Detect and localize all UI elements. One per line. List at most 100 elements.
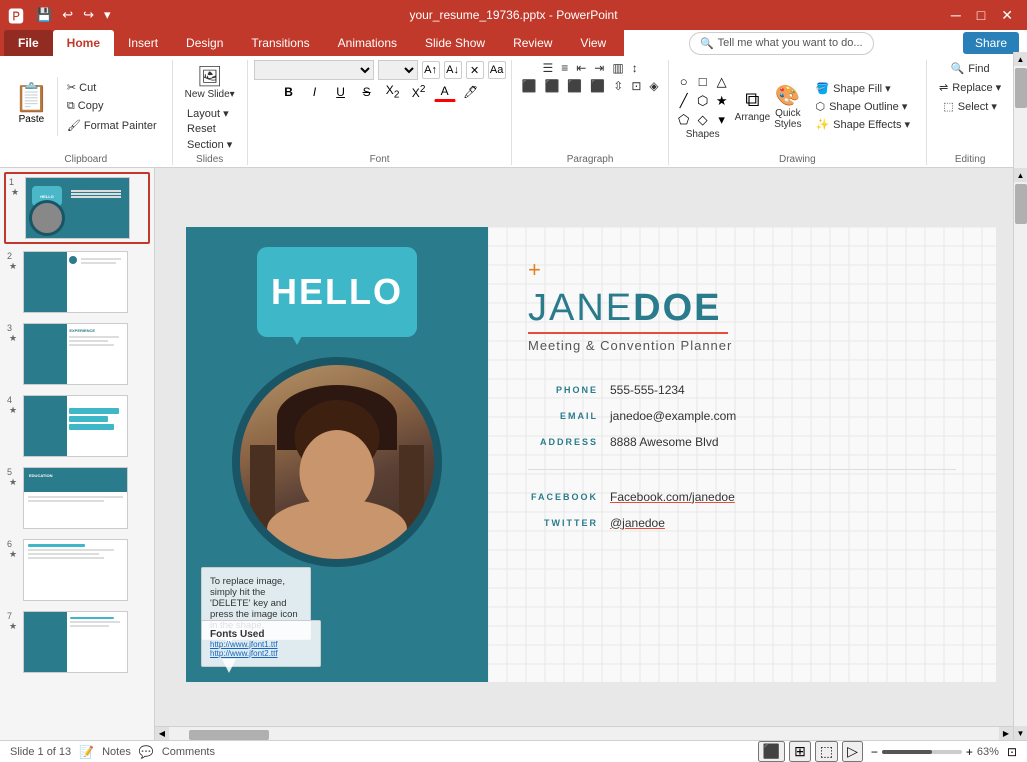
- layout-button[interactable]: Layout ▾: [183, 106, 236, 121]
- align-right-button[interactable]: ⬛: [564, 78, 585, 94]
- tab-view[interactable]: View: [566, 30, 620, 56]
- line-spacing-button[interactable]: ↕: [629, 60, 641, 76]
- customize-qat-button[interactable]: ▾: [100, 5, 115, 25]
- shape-cell[interactable]: ◇: [694, 111, 712, 129]
- tab-transitions[interactable]: Transitions: [237, 30, 323, 56]
- save-button[interactable]: 💾: [32, 5, 56, 25]
- zoom-slider[interactable]: [882, 750, 962, 754]
- maximize-button[interactable]: □: [971, 5, 991, 26]
- bold-button[interactable]: B: [278, 82, 300, 102]
- slide-thumb-5[interactable]: 5 ★ EDUCATION: [4, 464, 150, 532]
- increase-indent-button[interactable]: ⇥: [591, 60, 607, 76]
- shape-cell[interactable]: ★: [713, 92, 731, 110]
- format-painter-button[interactable]: 🖌 Format Painter: [62, 117, 162, 134]
- strikethrough-button[interactable]: S: [356, 82, 378, 102]
- main-scroll-down[interactable]: ▼: [1014, 726, 1027, 740]
- numbering-button[interactable]: ≡: [558, 60, 571, 76]
- shape-cell[interactable]: ▾: [713, 111, 731, 129]
- clear-format-button[interactable]: ✕: [466, 61, 484, 79]
- subscript-button[interactable]: X2: [382, 82, 404, 102]
- replace-icon: ⇌: [939, 81, 948, 94]
- font-name-select[interactable]: [254, 60, 374, 80]
- text-direction-button[interactable]: ⇳: [610, 78, 626, 94]
- tab-animations[interactable]: Animations: [324, 30, 411, 56]
- shape-cell[interactable]: ⬠: [675, 111, 693, 129]
- fonts-link-2[interactable]: http://www.jfont2.ttf: [210, 649, 312, 658]
- slide-thumb-2[interactable]: 2 ★: [4, 248, 150, 316]
- slide-number-5: 5: [7, 467, 19, 477]
- shape-outline-button[interactable]: ⬡ Shape Outline ▾: [809, 98, 916, 115]
- replace-button[interactable]: ⇌ Replace ▾: [933, 79, 1007, 96]
- highlight-button[interactable]: 🖊: [460, 82, 482, 102]
- slide-thumb-1[interactable]: 1 ★ HELLO JANE DOE: [4, 172, 150, 244]
- redo-button[interactable]: ↪: [79, 5, 98, 25]
- decrease-font-button[interactable]: A↓: [444, 61, 462, 79]
- shape-cell[interactable]: ╱: [675, 92, 693, 110]
- slide-thumb-7[interactable]: 7 ★: [4, 608, 150, 676]
- font-color-button[interactable]: A: [434, 82, 456, 102]
- align-left-button[interactable]: ⬛: [518, 78, 539, 94]
- select-button[interactable]: ⬚ Select ▾: [937, 98, 1003, 115]
- slide-thumb-4[interactable]: 4 ★: [4, 392, 150, 460]
- tab-design[interactable]: Design: [172, 30, 237, 56]
- tab-file[interactable]: File: [4, 30, 53, 56]
- slideshow-view-button[interactable]: ▷: [842, 741, 863, 762]
- reset-button[interactable]: Reset: [183, 122, 236, 136]
- share-button[interactable]: Share: [963, 32, 1019, 54]
- cut-button[interactable]: ✂ Cut: [62, 79, 162, 96]
- thumb7-teal: [24, 612, 67, 672]
- tab-review[interactable]: Review: [499, 30, 566, 56]
- bullets-button[interactable]: ☰: [539, 60, 556, 76]
- align-center-button[interactable]: ⬛: [541, 78, 562, 94]
- italic-button[interactable]: I: [304, 82, 326, 102]
- zoom-out-button[interactable]: −: [871, 745, 878, 759]
- superscript-button[interactable]: X2: [408, 82, 430, 102]
- tell-me-box[interactable]: 🔍 Tell me what you want to do...: [689, 32, 874, 55]
- shapes-label[interactable]: Shapes: [686, 129, 720, 140]
- columns-button[interactable]: ▥: [609, 60, 626, 76]
- fonts-link-1[interactable]: http://www.jfont1.ttf: [210, 640, 312, 649]
- fit-slide-button[interactable]: ⊡: [1007, 745, 1017, 759]
- hello-bubble: HELLO: [257, 247, 417, 337]
- notes-label[interactable]: Notes: [102, 746, 131, 758]
- undo-button[interactable]: ↩: [58, 5, 77, 25]
- shape-cell[interactable]: □: [694, 73, 712, 91]
- close-button[interactable]: ✕: [995, 5, 1019, 26]
- h-scroll-left[interactable]: ◀: [155, 727, 169, 741]
- h-scroll-right[interactable]: ▶: [999, 727, 1013, 741]
- tab-home[interactable]: Home: [53, 30, 114, 56]
- zoom-in-button[interactable]: +: [966, 745, 973, 759]
- minimize-button[interactable]: ─: [945, 5, 967, 26]
- shape-cell[interactable]: △: [713, 73, 731, 91]
- justify-button[interactable]: ⬛: [587, 78, 608, 94]
- main-scroll-up[interactable]: ▲: [1014, 168, 1027, 182]
- slide-thumb-6[interactable]: 6 ★: [4, 536, 150, 604]
- comments-label[interactable]: Comments: [162, 746, 215, 758]
- tab-slideshow[interactable]: Slide Show: [411, 30, 499, 56]
- new-slide-button[interactable]: 🖼 New Slide▾: [179, 60, 241, 104]
- smartart-button[interactable]: ◈: [646, 78, 661, 94]
- underline-button[interactable]: U: [330, 82, 352, 102]
- tab-insert[interactable]: Insert: [114, 30, 172, 56]
- slide-sorter-button[interactable]: ⊞: [789, 741, 811, 762]
- shape-effects-button[interactable]: ✨ Shape Effects ▾: [809, 116, 916, 133]
- decrease-indent-button[interactable]: ⇤: [573, 60, 589, 76]
- change-case-button[interactable]: Aa: [488, 61, 506, 79]
- find-button[interactable]: 🔍 Find: [945, 60, 996, 77]
- shape-cell[interactable]: ⬡: [694, 92, 712, 110]
- reading-view-button[interactable]: ⬚: [815, 741, 838, 762]
- font-size-select[interactable]: [378, 60, 418, 80]
- copy-button[interactable]: ⧉ Copy: [62, 98, 162, 115]
- normal-view-button[interactable]: ⬛: [758, 741, 785, 762]
- shape-fill-button[interactable]: 🪣 Shape Fill ▾: [809, 80, 916, 97]
- thumb3-text: EXPERIENCE: [69, 328, 95, 333]
- section-button[interactable]: Section ▾: [183, 137, 236, 152]
- t4bar3: [69, 424, 114, 430]
- align-text-button[interactable]: ⊡: [628, 78, 644, 94]
- increase-font-button[interactable]: A↑: [422, 61, 440, 79]
- slide-thumb-3[interactable]: 3 ★ EXPERIENCE: [4, 320, 150, 388]
- arrange-label[interactable]: Arrange: [735, 112, 771, 123]
- quick-styles-label[interactable]: QuickStyles: [774, 108, 801, 130]
- shape-cell[interactable]: ○: [675, 73, 693, 91]
- paste-button[interactable]: 📋 Paste: [6, 77, 58, 136]
